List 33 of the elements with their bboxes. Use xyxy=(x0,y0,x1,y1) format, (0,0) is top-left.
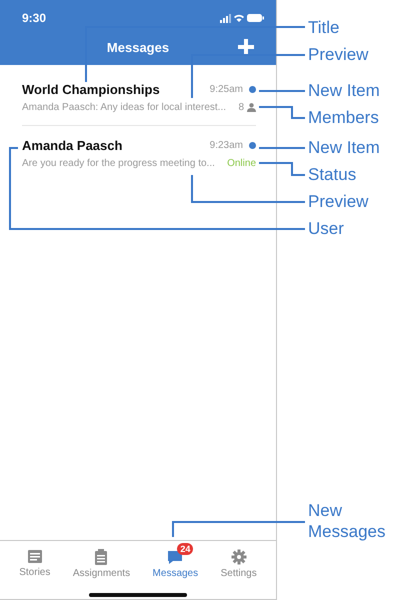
status-time: 9:30 xyxy=(22,11,46,25)
message-preview: Amanda Paasch: Any ideas for local interest... xyxy=(22,102,226,113)
conversation-title: World Championships xyxy=(22,82,160,97)
conversation-title: Amanda Paasch xyxy=(22,138,122,153)
tab-button[interactable]: Stories xyxy=(17,543,52,580)
message-time: 9:25am xyxy=(210,84,243,95)
tab-button[interactable]: Assignments xyxy=(70,543,132,580)
callout-label: Members xyxy=(308,107,379,128)
clipboard-icon xyxy=(94,549,108,566)
count-badge: 24 xyxy=(177,543,194,556)
callout-label: New Messages xyxy=(308,500,386,542)
screen-title: Messages xyxy=(106,40,170,55)
callout-label: Preview xyxy=(308,191,368,212)
message-preview: Are you ready for the progress meeting to... xyxy=(22,158,215,169)
conversation-row[interactable]: World Championships 9:25am Amanda Paasch: Any ideas for local interest... 8 xyxy=(22,82,256,126)
callout-label: New Item xyxy=(308,137,380,158)
callout-label: New Item xyxy=(308,80,380,101)
conversation-row[interactable]: Amanda Paasch 9:23am Are you ready for the progress meeting to... Online xyxy=(22,126,256,169)
newspaper-icon xyxy=(26,549,43,564)
person-icon xyxy=(247,103,256,112)
settings-icon xyxy=(230,549,247,566)
callout-label: Status xyxy=(308,164,356,185)
member-count: 8 xyxy=(238,102,244,113)
add-button[interactable] xyxy=(238,39,254,55)
callout-label: Title xyxy=(308,17,340,38)
tab-button[interactable]: 24 Messages xyxy=(150,543,200,580)
tab-button[interactable]: Settings xyxy=(218,543,259,580)
online-status: Online xyxy=(227,158,256,169)
status-icons xyxy=(220,13,264,23)
callout-label: User xyxy=(308,218,344,239)
leader-line xyxy=(259,106,305,119)
callout-label: Preview xyxy=(308,44,368,65)
message-time: 9:23am xyxy=(210,140,243,151)
